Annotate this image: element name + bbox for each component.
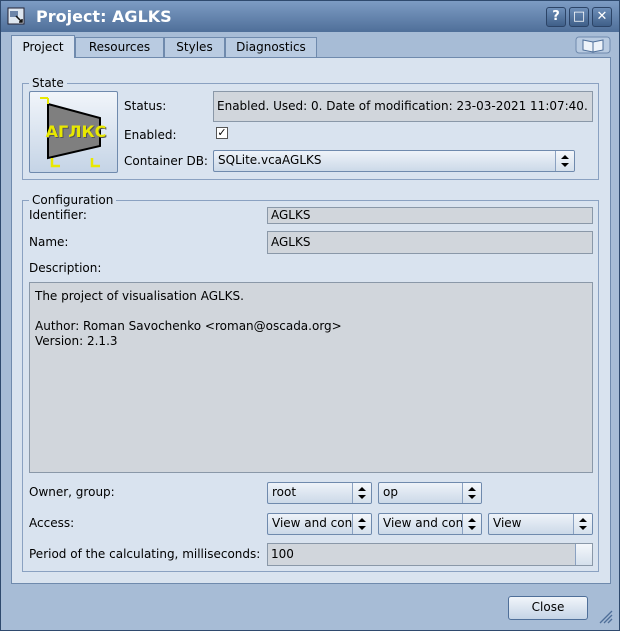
group-arrows-icon [462,483,481,503]
access-owner-arrows-icon [352,514,371,534]
access-label: Access: [29,516,75,530]
access-group-select[interactable]: View and control [378,513,482,535]
title-bar[interactable]: Project: AGLKS ? □ ✕ [1,1,619,32]
period-value: 100 [271,547,294,561]
close-button[interactable]: Close [508,596,588,620]
period-label: Period of the calculating, milliseconds: [29,547,261,561]
tab-styles[interactable]: Styles [164,37,225,58]
container-db-label: Container DB: [124,154,208,168]
tab-diagnostics[interactable]: Diagnostics [225,37,317,58]
close-window-button[interactable]: ✕ [592,7,612,27]
owner-group-label: Owner, group: [29,485,115,499]
container-db-value: SQLite.vcaAGLKS [218,153,322,167]
tab-project[interactable]: Project [11,35,75,58]
enabled-checkbox[interactable]: ✓ [216,127,228,139]
owner-select[interactable]: root [267,482,372,504]
description-textarea[interactable]: The project of visualisation AGLKS. Auth… [29,282,593,473]
resize-grip-icon[interactable] [595,606,613,624]
configuration-group-title: Configuration [29,193,117,207]
name-input[interactable]: AGLKS [267,231,593,254]
access-other-select[interactable]: View [488,513,593,535]
project-logo-button[interactable]: АГЛКС [29,91,118,173]
enabled-label: Enabled: [124,128,177,142]
access-other-arrows-icon [573,514,592,534]
project-logo-text: АГЛКС [45,122,107,141]
access-other-value: View [493,516,522,530]
group-select[interactable]: op [378,482,482,504]
description-label: Description: [29,261,102,275]
tab-resources[interactable]: Resources [75,37,164,58]
owner-value: root [272,485,297,499]
access-owner-select[interactable]: View and control [267,513,372,535]
window-title: Project: AGLKS [36,7,172,26]
container-db-arrows-icon [555,151,574,171]
project-dialog: Project: AGLKS ? □ ✕ Project Resources S… [0,0,620,631]
identifier-field: AGLKS [267,207,593,224]
period-spinbox[interactable]: 100 [267,543,593,566]
status-label: Status: [124,99,167,113]
period-spin-arrows-icon[interactable] [575,544,592,565]
access-group-arrows-icon [462,514,481,534]
tab-corner-book-icon[interactable] [575,35,611,55]
owner-arrows-icon [352,483,371,503]
help-button[interactable]: ? [546,7,566,27]
app-icon [7,7,25,25]
maximize-button[interactable]: □ [569,7,589,27]
group-value: op [383,485,398,499]
name-label: Name: [29,235,69,249]
state-group-title: State [29,76,67,90]
status-field: Enabled. Used: 0. Date of modification: … [213,91,593,122]
container-db-select[interactable]: SQLite.vcaAGLKS [213,150,575,172]
identifier-label: Identifier: [29,208,87,222]
